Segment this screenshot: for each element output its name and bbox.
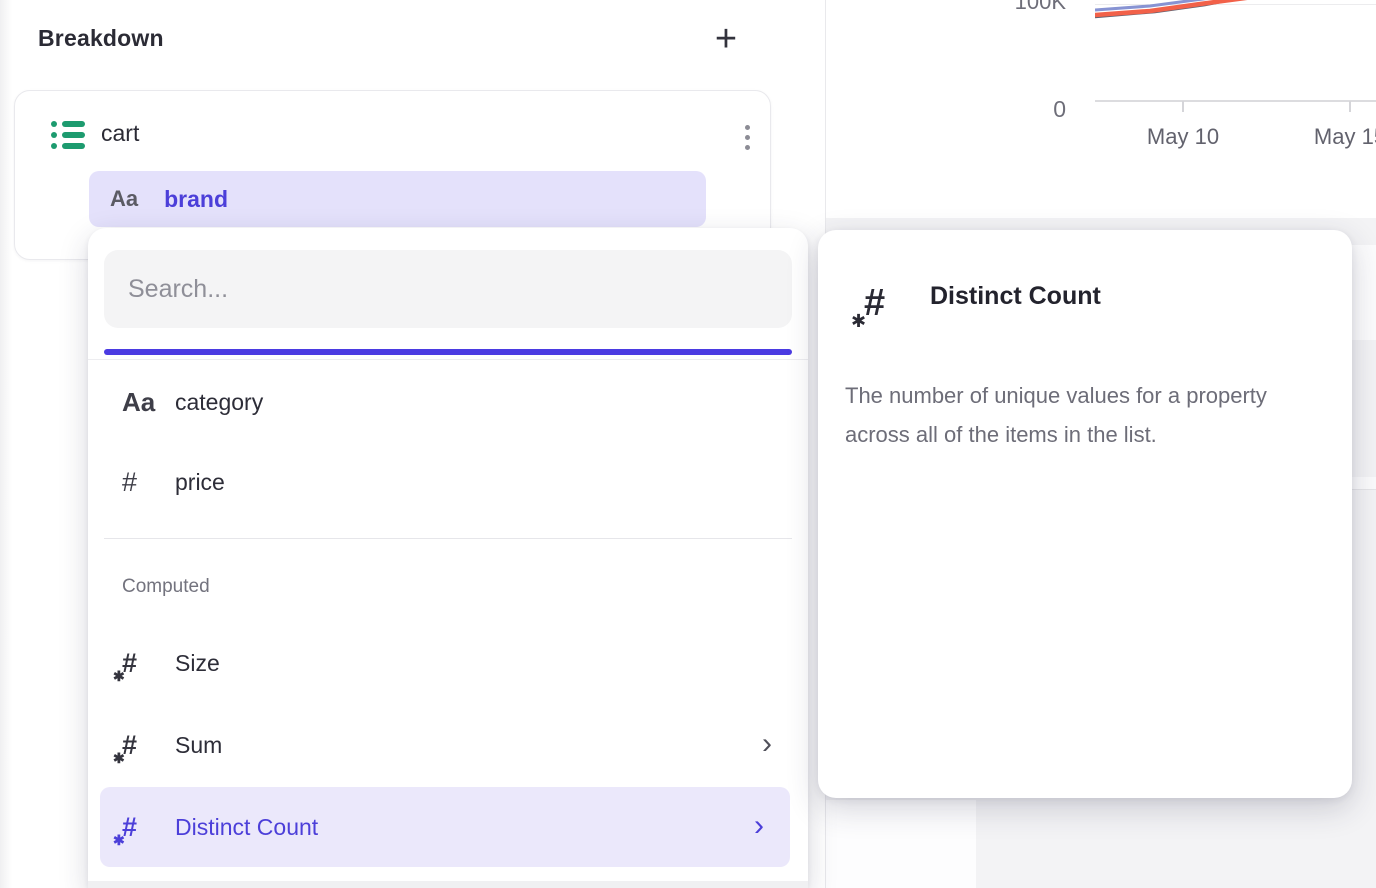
tooltip-title: Distinct Count bbox=[930, 282, 1101, 311]
line-chart: 100K 0 May 10 May 15 bbox=[826, 0, 1376, 218]
computed-number-icon: #✱ bbox=[122, 648, 175, 679]
background-column bbox=[826, 800, 976, 888]
chevron-right-icon: › bbox=[762, 729, 772, 759]
x-axis-label-may15: May 15 bbox=[1295, 124, 1376, 150]
computed-number-icon: #✱ bbox=[864, 282, 886, 325]
x-axis-line bbox=[1095, 100, 1376, 102]
computed-number-icon: #✱ bbox=[122, 812, 175, 843]
dropdown-item-price[interactable]: # price bbox=[88, 442, 808, 522]
divider bbox=[88, 359, 808, 360]
dropdown-item-distinct-count[interactable]: #✱ Distinct Count › bbox=[100, 787, 790, 867]
tooltip-description: The number of unique values for a proper… bbox=[845, 376, 1345, 454]
text-type-icon: Aa bbox=[122, 387, 175, 418]
chart-line-series bbox=[1095, 0, 1376, 102]
x-axis-tick bbox=[1349, 101, 1351, 112]
page: 100K 0 May 10 May 15 Breakdown + bbox=[0, 0, 1376, 888]
add-breakdown-button[interactable]: + bbox=[704, 16, 748, 62]
search-input[interactable] bbox=[104, 250, 792, 328]
search-box bbox=[104, 250, 792, 328]
x-axis-tick bbox=[1182, 101, 1184, 112]
distinct-count-tooltip: #✱ Distinct Count The number of unique v… bbox=[818, 230, 1352, 798]
active-tab-underline bbox=[104, 349, 792, 355]
group-name-label: cart bbox=[101, 120, 139, 147]
text-type-icon: Aa bbox=[110, 186, 138, 212]
selected-property-brand[interactable]: Aa brand bbox=[89, 171, 706, 227]
divider bbox=[104, 538, 792, 539]
left-edge-shadow bbox=[0, 0, 12, 888]
dropdown-item-sum[interactable]: #✱ Sum › bbox=[88, 705, 808, 785]
computed-number-icon: #✱ bbox=[122, 730, 175, 761]
dropdown-item-size[interactable]: #✱ Size bbox=[88, 623, 808, 703]
breakdown-section-title: Breakdown bbox=[38, 25, 164, 52]
kebab-menu-icon[interactable] bbox=[727, 113, 767, 161]
chevron-right-icon: › bbox=[754, 811, 764, 841]
dropdown-item-category[interactable]: Aa category bbox=[88, 362, 808, 442]
divider bbox=[88, 881, 808, 888]
selected-property-label: brand bbox=[164, 186, 228, 213]
x-axis-label-may10: May 10 bbox=[1128, 124, 1238, 150]
computed-section-label: Computed bbox=[122, 576, 210, 598]
property-picker-dropdown: Aa category # price Computed #✱ Size #✱ … bbox=[88, 228, 808, 888]
number-type-icon: # bbox=[122, 467, 175, 498]
y-axis-tick-100k: 100K bbox=[1000, 0, 1066, 15]
plus-icon: + bbox=[715, 20, 737, 58]
breakdown-group-cart[interactable]: cart bbox=[15, 107, 770, 163]
list-property-icon bbox=[51, 121, 85, 153]
y-axis-tick-0: 0 bbox=[1000, 96, 1066, 123]
